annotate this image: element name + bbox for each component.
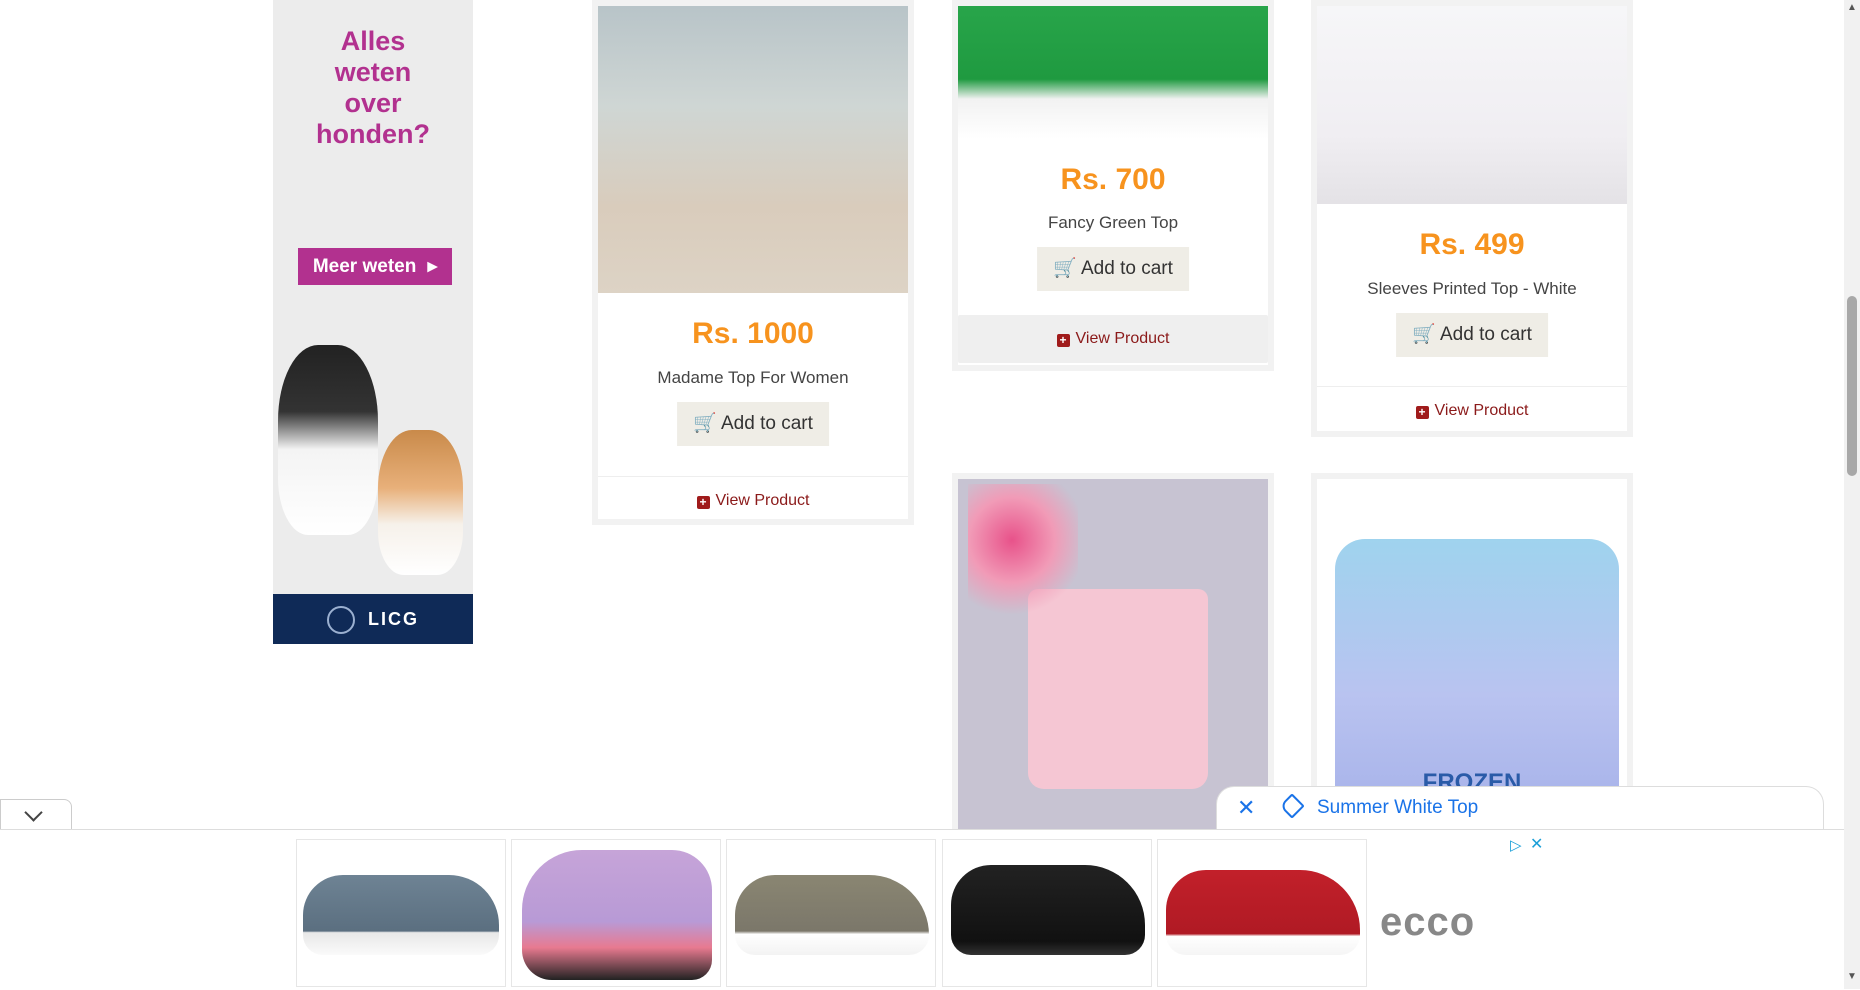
shoe-tile[interactable] [942, 839, 1152, 987]
ad-cta-button[interactable]: Meer weten ▸ [298, 248, 452, 285]
licg-logo-icon [326, 606, 355, 635]
ecco-logo[interactable]: ecco [1380, 900, 1475, 945]
tag-icon [1279, 793, 1305, 819]
play-arrow-icon: ▸ [427, 256, 438, 277]
cart-icon: 🛒 [1412, 324, 1436, 345]
product-image[interactable] [958, 479, 1268, 839]
ad-brand-bar: LICG [273, 594, 473, 644]
plus-square-icon: + [696, 496, 710, 509]
ad-cta-label: Meer weten [312, 256, 417, 277]
add-to-cart-button[interactable]: 🛒 Add to cart [677, 402, 829, 446]
product-image[interactable] [958, 6, 1268, 139]
cart-icon: 🛒 [1053, 258, 1077, 279]
product-price: Rs. 499 [1419, 228, 1525, 261]
ad-brand-name: LICG [368, 609, 419, 629]
shoe-tile[interactable] [1157, 839, 1367, 987]
cherry-blossom-branch [968, 484, 1078, 624]
scroll-up-arrow-icon[interactable]: ▲ [1847, 2, 1857, 13]
ad-choices-icon[interactable]: ▷ [1510, 836, 1522, 854]
shoe-tile[interactable] [511, 839, 721, 987]
frozen-shirt-shape [1335, 539, 1619, 799]
product-card: Rs. 499 Sleeves Printed Top - White 🛒 Ad… [1311, 0, 1633, 437]
bottom-banner-ad[interactable]: ecco ▷ ✕ [0, 829, 1846, 990]
shoe-tile[interactable] [726, 839, 936, 987]
page-scrollbar[interactable]: ▲ ▼ [1844, 0, 1860, 989]
close-icon[interactable]: ✕ [1237, 795, 1255, 821]
add-to-cart-button[interactable]: 🛒 Add to cart [1396, 313, 1548, 357]
product-card: FROZEN [1311, 473, 1633, 839]
side-banner-ad[interactable]: Alles weten over honden? Meer weten ▸ LI… [273, 0, 473, 644]
add-to-cart-button[interactable]: 🛒 Add to cart [1037, 247, 1189, 291]
shoe-image [1166, 870, 1360, 955]
search-suggestion-text[interactable]: Summer White Top [1317, 797, 1478, 819]
ad-headline-line: Alles [340, 26, 406, 56]
add-to-cart-label: Add to cart [1440, 324, 1532, 345]
add-to-cart-label: Add to cart [721, 413, 813, 434]
shoe-image [951, 865, 1145, 955]
product-card: Rs. 1000 Madame Top For Women 🛒 Add to c… [592, 0, 914, 525]
product-image[interactable] [598, 6, 908, 293]
product-price: Rs. 700 [1060, 163, 1166, 196]
cart-icon: 🛒 [693, 413, 717, 434]
plus-square-icon: + [1056, 334, 1070, 347]
product-card [952, 473, 1274, 839]
view-product-label: View Product [1434, 402, 1529, 419]
search-suggestion-chip[interactable]: ✕ Summer White Top [1216, 786, 1824, 831]
border-collie-image [278, 345, 378, 535]
product-card: Rs. 700 Fancy Green Top 🛒 Add to cart + V… [952, 0, 1274, 371]
close-ad-icon[interactable]: ✕ [1530, 834, 1543, 854]
product-image[interactable]: FROZEN [1317, 479, 1627, 839]
view-product-link[interactable]: + View Product [598, 476, 908, 525]
plus-square-icon: + [1415, 406, 1429, 419]
scroll-down-arrow-icon[interactable]: ▼ [1847, 971, 1857, 982]
shoe-image [522, 850, 712, 980]
shoe-tile[interactable] [296, 839, 506, 987]
scrollbar-thumb[interactable] [1847, 296, 1857, 476]
ad-headline-line: weten [334, 57, 412, 87]
view-product-link[interactable]: + View Product [958, 315, 1268, 363]
view-product-label: View Product [1075, 330, 1170, 347]
product-image[interactable] [1317, 6, 1627, 204]
chevron-down-icon [24, 803, 43, 822]
ad-headline-line: honden? [316, 119, 430, 149]
product-price: Rs. 1000 [692, 317, 814, 350]
shoe-image [735, 875, 929, 955]
add-to-cart-label: Add to cart [1081, 258, 1173, 279]
view-product-label: View Product [715, 492, 810, 509]
ad-headline-line: over [344, 88, 402, 118]
beagle-image [378, 430, 463, 575]
ad-headline: Alles weten over honden? [273, 26, 473, 150]
view-product-link[interactable]: + View Product [1317, 386, 1627, 435]
shoe-image [303, 875, 499, 955]
product-name: Sleeves Printed Top - White [1367, 279, 1577, 298]
product-name: Madame Top For Women [657, 368, 849, 387]
collapse-ad-button[interactable] [0, 799, 72, 832]
product-name: Fancy Green Top [1047, 213, 1179, 232]
